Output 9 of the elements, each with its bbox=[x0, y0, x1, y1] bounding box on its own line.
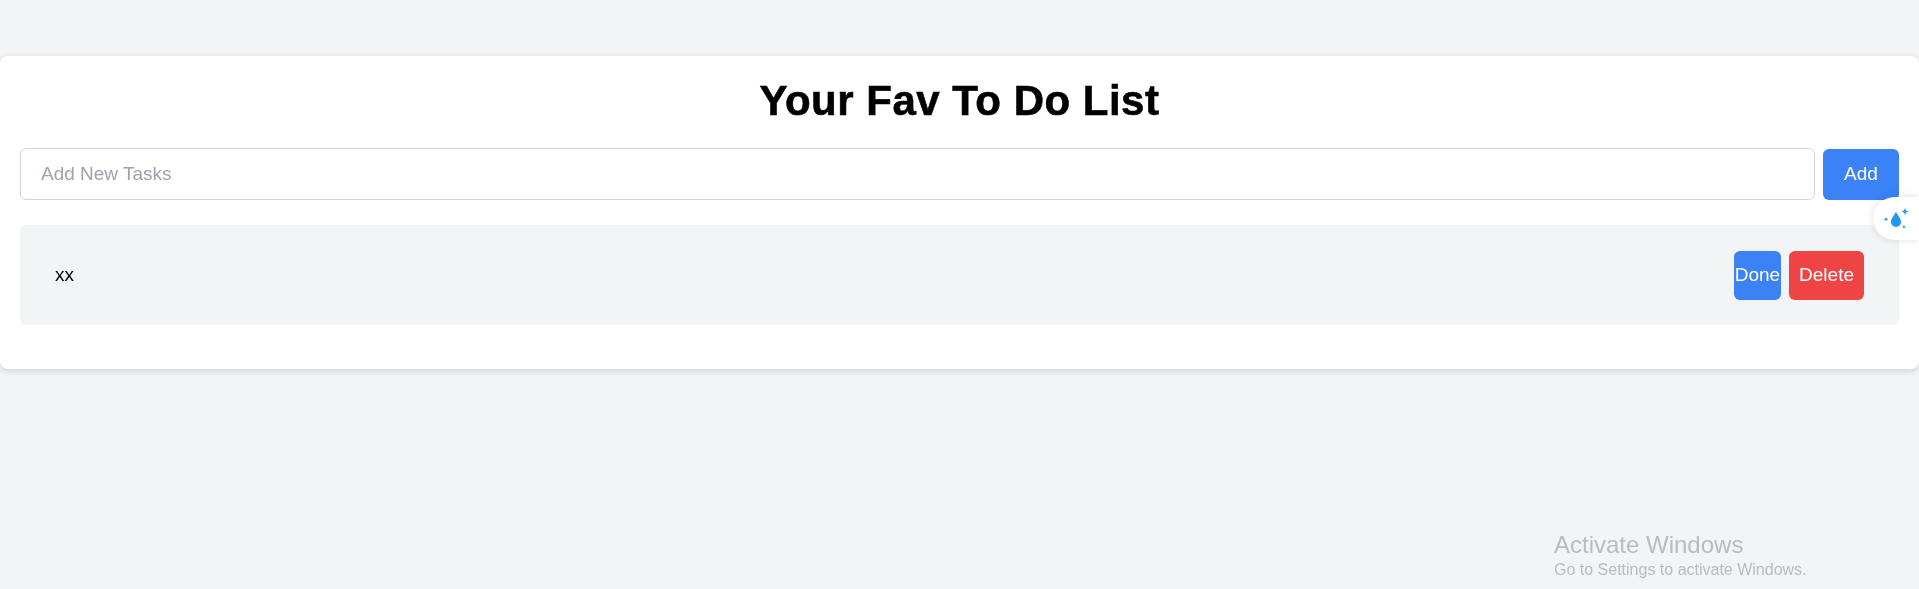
task-text: xx bbox=[55, 263, 74, 288]
droplet-sparkle-icon bbox=[1883, 206, 1909, 231]
task-input[interactable]: Add New Tasks bbox=[20, 148, 1815, 201]
page-title: Your Fav To Do List bbox=[758, 76, 1161, 126]
delete-button[interactable]: Delete bbox=[1789, 250, 1864, 300]
activation-text: Go to Settings to activate Windows. bbox=[1554, 560, 1807, 581]
done-button[interactable]: Done bbox=[1733, 250, 1782, 300]
activation-title: Activate Windows bbox=[1554, 532, 1745, 559]
add-button[interactable]: Add bbox=[1823, 148, 1899, 200]
